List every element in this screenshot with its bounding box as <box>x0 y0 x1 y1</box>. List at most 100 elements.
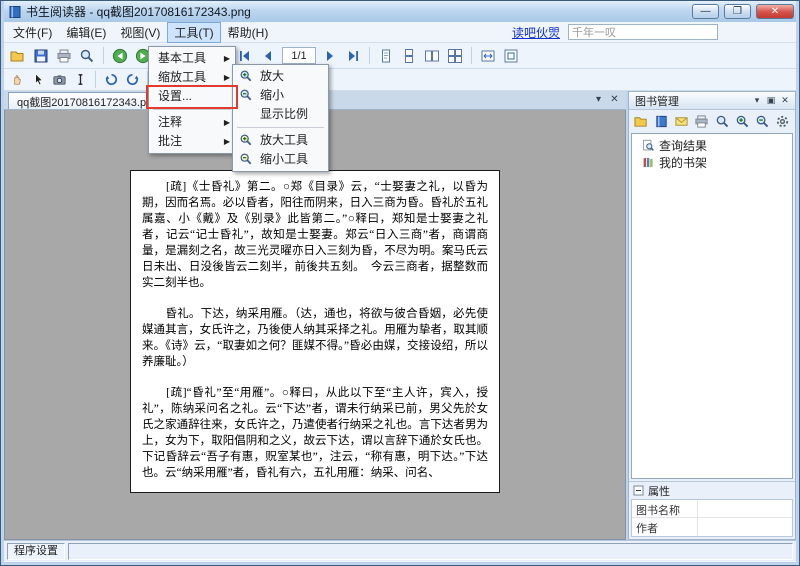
panel-settings-button[interactable] <box>774 112 792 131</box>
menu-edit[interactable]: 编辑(E) <box>59 22 113 43</box>
submenu-item-zoom-in[interactable]: 放大 <box>235 67 326 86</box>
submenu-item-label: 放大 <box>260 69 284 83</box>
menubar: 文件(F) 编辑(E) 视图(V) 工具(T) 帮助(H) 读吧伙焸 <box>4 22 796 43</box>
menu-help[interactable]: 帮助(H) <box>221 22 276 43</box>
properties-panel: 属性 图书名称 作者 <box>629 481 795 539</box>
hand-tool-button[interactable] <box>7 70 27 89</box>
menu-file[interactable]: 文件(F) <box>6 22 59 43</box>
menu-view[interactable]: 视图(V) <box>113 22 167 43</box>
save-button[interactable] <box>30 45 52 67</box>
zoom-out-icon <box>239 88 253 102</box>
submenu-item-zoom-out-tool[interactable]: 缩小工具 <box>235 150 326 169</box>
zoom-in-icon <box>239 69 253 83</box>
submenu-item-zoom-in-tool[interactable]: 放大工具 <box>235 131 326 150</box>
panel-search-button[interactable] <box>713 112 731 131</box>
tree-item-label: 查询结果 <box>659 137 707 154</box>
titlebar: 书生阅读器 - qq截图20170816172343.png — ❐ ✕ <box>4 1 796 22</box>
continuous-facing-view-button[interactable] <box>444 45 466 67</box>
panel-zoom-in-button[interactable] <box>733 112 751 131</box>
tree-item-search-results[interactable]: 查询结果 <box>634 137 790 154</box>
main-area: qq截图20170816172343.p... ▾ ✕ [疏]《士昏礼》第二。○… <box>4 91 796 540</box>
zoom-submenu: 放大 缩小 显示比例 放大工具 缩小工具 <box>232 64 329 172</box>
property-value[interactable] <box>698 500 792 517</box>
submenu-arrow-icon: ▶ <box>224 49 230 68</box>
submenu-arrow-icon: ▶ <box>224 132 230 151</box>
previous-view-button[interactable] <box>109 45 131 67</box>
document-paragraph: 昏礼。下达，纳采用雁。（达，通也，将欲与彼合昏姻，必先使媒通其言，女氏许之，乃後… <box>142 306 488 370</box>
tab-list-button[interactable]: ▾ <box>591 92 606 107</box>
page-indicator[interactable]: 1/1 <box>282 47 316 64</box>
panel-zoom-out-button[interactable] <box>754 112 772 131</box>
search-input[interactable] <box>568 24 718 40</box>
property-row: 图书名称 <box>632 500 792 518</box>
menu-tools[interactable]: 工具(T) <box>167 22 220 43</box>
toolbar-separator <box>369 47 370 64</box>
zoom-out-tool-icon <box>239 152 253 166</box>
property-label: 作者 <box>632 518 698 536</box>
duba-promo-link[interactable]: 读吧伙焸 <box>512 24 560 41</box>
submenu-item-zoom-out[interactable]: 缩小 <box>235 86 326 105</box>
book-panel-toolbar <box>629 110 795 132</box>
property-row: 作者 <box>632 518 792 536</box>
panel-book-button[interactable] <box>652 112 670 131</box>
fit-page-button[interactable] <box>500 45 522 67</box>
property-label: 图书名称 <box>632 500 698 517</box>
minimize-button[interactable]: — <box>692 4 719 19</box>
document-canvas[interactable]: [疏]《士昏礼》第二。○郑《目录》云，“士娶妻之礼，以昏为期，因而名焉。必以昏者… <box>4 110 626 540</box>
rotate-left-button[interactable] <box>101 70 121 89</box>
main-toolbar: 1/1 <box>4 43 796 69</box>
app-icon <box>8 5 22 19</box>
toolbar-separator <box>103 47 104 64</box>
toolbar-separator <box>95 71 96 88</box>
close-button[interactable]: ✕ <box>756 4 794 19</box>
panel-close-button[interactable]: ✕ <box>778 94 792 107</box>
properties-title: 属性 <box>648 483 670 499</box>
tree-item-my-bookshelf[interactable]: 我的书架 <box>634 154 790 171</box>
last-page-button[interactable] <box>342 45 364 67</box>
select-tool-button[interactable] <box>28 70 48 89</box>
property-value[interactable] <box>698 518 792 536</box>
bookshelf-icon <box>642 156 655 169</box>
document-tab[interactable]: qq截图20170816172343.p... <box>8 92 164 109</box>
single-page-view-button[interactable] <box>375 45 397 67</box>
facing-view-button[interactable] <box>421 45 443 67</box>
document-paragraph: [疏]《士昏礼》第二。○郑《目录》云，“士娶妻之礼，以昏为期，因而名焉。必以昏者… <box>142 179 488 291</box>
submenu-item-zoom-ratio[interactable]: 显示比例 <box>235 105 326 124</box>
toolbar-separator <box>471 47 472 64</box>
print-button[interactable] <box>53 45 75 67</box>
submenu-item-label: 缩小 <box>260 88 284 102</box>
menu-item-comment[interactable]: 批注 ▶ <box>151 132 233 151</box>
snapshot-tool-button[interactable] <box>49 70 69 89</box>
panel-print-button[interactable] <box>693 112 711 131</box>
document-paragraph: [疏]“昏礼”至“用雁”。○释曰，从此以下至“主人许，宾入，授礼”，陈纳采问名之… <box>142 385 488 481</box>
document-page[interactable]: [疏]《士昏礼》第二。○郑《目录》云，“士娶妻之礼，以昏为期，因而名焉。必以昏者… <box>130 170 500 493</box>
menu-item-label: 批注 <box>158 134 182 148</box>
submenu-item-label: 放大工具 <box>260 133 308 147</box>
menu-item-annotation[interactable]: 注释 ▶ <box>151 113 233 132</box>
rotate-right-button[interactable] <box>122 70 142 89</box>
properties-header[interactable]: 属性 <box>629 482 795 499</box>
text-select-tool-button[interactable] <box>70 70 90 89</box>
book-management-panel: 图书管理 ▾ ▣ ✕ 查询结果 <box>628 91 796 540</box>
submenu-item-label: 缩小工具 <box>260 152 308 166</box>
continuous-view-button[interactable] <box>398 45 420 67</box>
properties-grid: 图书名称 作者 <box>631 499 793 537</box>
open-button[interactable] <box>7 45 29 67</box>
menu-item-label: 注释 <box>158 115 182 129</box>
search-button[interactable] <box>76 45 98 67</box>
menu-item-basic-tools[interactable]: 基本工具 ▶ <box>151 49 233 68</box>
book-panel-header: 图书管理 ▾ ▣ ✕ <box>629 92 795 110</box>
panel-mail-button[interactable] <box>673 112 691 131</box>
maximize-button[interactable]: ❐ <box>724 4 751 19</box>
zoom-in-tool-icon <box>239 133 253 147</box>
panel-dropdown-button[interactable]: ▾ <box>750 94 764 107</box>
menu-item-label: 基本工具 <box>158 51 206 65</box>
tools-toolbar <box>4 69 796 91</box>
fit-width-button[interactable] <box>477 45 499 67</box>
panel-pin-button[interactable]: ▣ <box>764 94 778 107</box>
annotation-red-box <box>146 85 238 109</box>
panel-open-folder-button[interactable] <box>632 112 650 131</box>
menu-item-label: 缩放工具 <box>158 70 206 84</box>
search-results-icon <box>642 139 655 152</box>
tab-close-button[interactable]: ✕ <box>607 92 622 107</box>
